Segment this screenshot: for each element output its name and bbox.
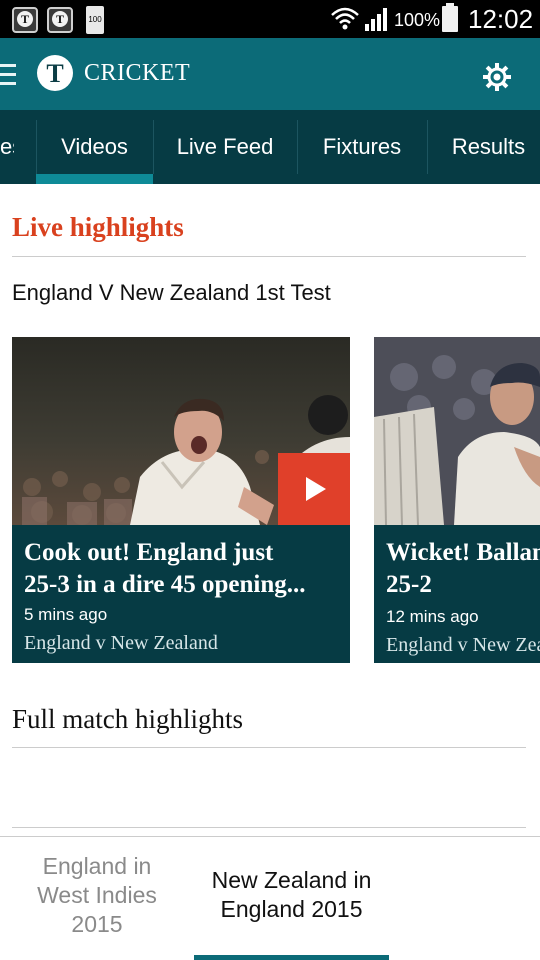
bottom-tab-label-line: 2015 xyxy=(71,911,123,937)
hamburger-icon[interactable] xyxy=(0,64,16,86)
video-headline-line: 25-3 in a dire 45 opening... xyxy=(24,571,306,598)
video-headline: Wicket! Ballance 25-2 xyxy=(386,537,540,601)
signal-icon xyxy=(365,8,387,31)
notification-app-icon: T xyxy=(12,7,38,33)
video-headline-line: 25-2 xyxy=(386,571,432,598)
play-icon xyxy=(306,477,326,501)
tab-selected-indicator xyxy=(36,174,153,184)
video-headline-line: Cook out! England just xyxy=(24,539,274,566)
bottom-tab-label-line: West Indies xyxy=(37,882,157,908)
bottom-tab-label-line: New Zealand in xyxy=(211,867,372,893)
divider xyxy=(12,256,526,257)
bottom-tab-label-line: England 2015 xyxy=(220,896,363,922)
notification-app-icon: T xyxy=(47,7,73,33)
notification-app-icon-letter: T xyxy=(17,11,33,27)
battery-notification-icon: 100 xyxy=(86,6,104,34)
section-tabs: es Videos Live Feed Fixtures Results xyxy=(0,110,540,184)
match-title: England V New Zealand 1st Test xyxy=(12,280,331,305)
video-card[interactable]: Wicket! Ballance 25-2 12 mins ago Englan… xyxy=(374,337,540,663)
video-match-name: England v New Zealand xyxy=(386,634,540,656)
gear-icon[interactable] xyxy=(482,62,512,92)
status-bar: T T 100 100% 12:02 xyxy=(0,0,540,38)
video-thumbnail-image xyxy=(374,337,540,525)
tab-england-in-west-indies[interactable]: England in West Indies 2015 xyxy=(12,852,182,939)
video-time-ago: 12 mins ago xyxy=(386,607,479,626)
logo: T xyxy=(37,55,73,91)
play-button[interactable] xyxy=(278,453,350,525)
video-time-ago: 5 mins ago xyxy=(24,605,108,624)
bottom-tab-selected-indicator xyxy=(194,955,389,960)
video-thumbnail[interactable] xyxy=(12,337,350,525)
video-card[interactable]: Cook out! England just 25-3 in a dire 45… xyxy=(12,337,350,663)
battery-icon xyxy=(442,3,458,32)
notification-app-icon-letter: T xyxy=(52,11,68,27)
tab-fixtures[interactable]: Fixtures xyxy=(297,110,427,184)
wifi-icon xyxy=(331,7,359,30)
tab-partial[interactable]: es xyxy=(0,110,14,184)
full-match-highlights-heading: Full match highlights xyxy=(12,704,244,734)
video-match-name: England v New Zealand xyxy=(24,632,218,654)
app-title: CRICKET xyxy=(84,60,191,86)
video-headline-line: Wicket! Ballance xyxy=(386,539,540,566)
status-time: 12:02 xyxy=(468,4,534,34)
video-headline: Cook out! England just 25-3 in a dire 45… xyxy=(24,537,342,601)
divider xyxy=(12,827,526,828)
live-highlights-heading: Live highlights xyxy=(12,212,184,242)
tab-results[interactable]: Results xyxy=(427,110,540,184)
divider xyxy=(12,747,526,748)
battery-notification-label: 100 xyxy=(88,15,102,24)
bottom-tab-label-line: England in xyxy=(42,853,152,879)
tab-live-feed[interactable]: Live Feed xyxy=(153,110,297,184)
tab-new-zealand-in-england[interactable]: New Zealand in England 2015 xyxy=(194,866,389,924)
divider xyxy=(0,836,540,837)
video-thumbnail[interactable] xyxy=(374,337,540,525)
app-bar: T CRICKET xyxy=(0,38,540,110)
battery-percent: 100% xyxy=(394,10,441,30)
tab-videos[interactable]: Videos xyxy=(36,110,153,184)
